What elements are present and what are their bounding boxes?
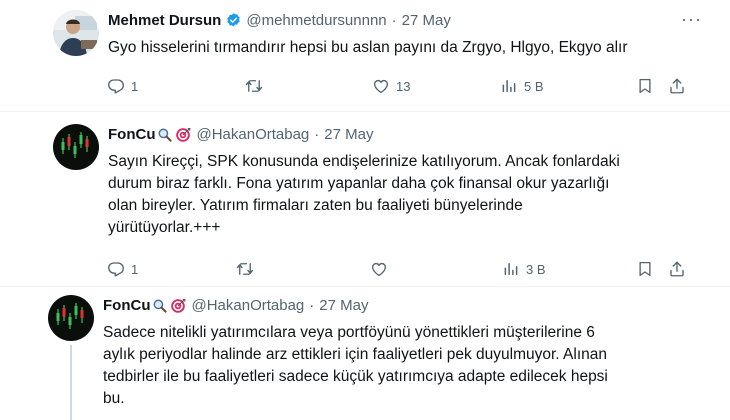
avatar-chart-image bbox=[53, 124, 99, 170]
magnifier-emoji-icon bbox=[157, 127, 173, 143]
retweet-icon bbox=[245, 77, 263, 95]
more-icon[interactable]: ··· bbox=[681, 9, 702, 30]
avatar-chart-image bbox=[48, 295, 94, 341]
author-handle[interactable]: @mehmetdursunnnn bbox=[246, 12, 386, 29]
tweet-text-line: durum biraz farklı. Fona yatırım yapanla… bbox=[108, 175, 610, 192]
tweet-text-line: Sayın Kireççi, SPK konusunda endişelerin… bbox=[108, 153, 620, 170]
tweet-text-line: yürütüyorlar.+++ bbox=[108, 219, 221, 236]
author-name[interactable]: FonCu bbox=[103, 297, 150, 314]
bookmark-button[interactable] bbox=[636, 77, 654, 95]
retweet-icon bbox=[236, 260, 254, 278]
views-count: 5 B bbox=[524, 78, 544, 94]
reply-count: 1 bbox=[131, 261, 139, 277]
avatar-photo bbox=[53, 10, 99, 56]
like-icon bbox=[370, 260, 388, 278]
share-icon bbox=[668, 260, 686, 278]
avatar-mehmet-dursun[interactable] bbox=[53, 10, 99, 56]
views-icon bbox=[500, 77, 518, 95]
retweet-button[interactable] bbox=[236, 260, 254, 278]
verified-badge-icon bbox=[225, 12, 242, 29]
tweet-3[interactable]: FonCu @HakanOrtabag · 27 May Sadece nite… bbox=[0, 287, 730, 420]
tweet-header: FonCu @HakanOrtabag · 27 May bbox=[108, 126, 373, 143]
target-emoji-icon bbox=[175, 127, 191, 143]
author-name[interactable]: Mehmet Dursun bbox=[108, 12, 221, 29]
tweet-header: Mehmet Dursun @mehmetdursunnnn · 27 May bbox=[108, 12, 451, 29]
share-button[interactable] bbox=[668, 77, 686, 95]
tweet-text-line: bu. bbox=[103, 390, 125, 407]
reply-icon bbox=[107, 260, 125, 278]
like-count: 13 bbox=[396, 78, 411, 94]
tweet-text-line: Gyo hisselerini tırmandırır hepsi bu asl… bbox=[108, 39, 628, 56]
avatar-foncu[interactable] bbox=[53, 124, 99, 170]
share-button[interactable] bbox=[668, 260, 686, 278]
views-button[interactable]: 5 B bbox=[500, 77, 544, 95]
separator-dot: · bbox=[391, 12, 397, 29]
tweet-text-line: Sadece nitelikli yatırımcılara veya port… bbox=[103, 324, 595, 341]
tweet-2[interactable]: FonCu @HakanOrtabag · 27 May Sayın Kireç… bbox=[0, 112, 730, 288]
separator-dot: · bbox=[314, 126, 320, 143]
tweet-actions: 1 13 5 B bbox=[0, 77, 730, 97]
retweet-button[interactable] bbox=[245, 77, 263, 95]
views-icon bbox=[502, 260, 520, 278]
separator-dot: · bbox=[309, 297, 315, 314]
share-icon bbox=[668, 77, 686, 95]
magnifier-emoji-icon bbox=[152, 298, 168, 314]
reply-count: 1 bbox=[131, 78, 139, 94]
like-button[interactable] bbox=[370, 260, 388, 278]
views-count: 3 B bbox=[526, 261, 546, 277]
tweet-date[interactable]: 27 May bbox=[324, 126, 373, 143]
tweet-text-line: tedbirler ile bu faaliyetleri sadece küç… bbox=[103, 368, 608, 385]
author-name[interactable]: FonCu bbox=[108, 126, 155, 143]
bookmark-button[interactable] bbox=[636, 260, 654, 278]
reply-icon bbox=[107, 77, 125, 95]
reply-button[interactable]: 1 bbox=[107, 77, 138, 95]
target-emoji-icon bbox=[170, 298, 186, 314]
author-handle[interactable]: @HakanOrtabag bbox=[191, 297, 304, 314]
like-button[interactable]: 13 bbox=[372, 77, 410, 95]
tweet-text: Sadece nitelikli yatırımcılara veya port… bbox=[103, 322, 608, 410]
bookmark-icon bbox=[636, 77, 654, 95]
tweet-actions: 1 3 B bbox=[0, 260, 730, 280]
views-button[interactable]: 3 B bbox=[502, 260, 546, 278]
like-icon bbox=[372, 77, 390, 95]
tweet-text: Sayın Kireççi, SPK konusunda endişelerin… bbox=[108, 151, 620, 239]
tweet-text-line: aylık periyodlar halinde arz ettikleri i… bbox=[103, 346, 607, 363]
tweet-text-line: olan bireyler. Yatırım firmaları zaten b… bbox=[108, 197, 523, 214]
bookmark-icon bbox=[636, 260, 654, 278]
tweet-date[interactable]: 27 May bbox=[319, 297, 368, 314]
tweet-header: FonCu @HakanOrtabag · 27 May bbox=[103, 297, 368, 314]
avatar-foncu[interactable] bbox=[48, 295, 94, 341]
tweet-text: Gyo hisselerini tırmandırır hepsi bu asl… bbox=[108, 37, 628, 59]
tweet-date[interactable]: 27 May bbox=[402, 12, 451, 29]
tweet-1[interactable]: Mehmet Dursun @mehmetdursunnnn · 27 May … bbox=[0, 0, 730, 110]
reply-button[interactable]: 1 bbox=[107, 260, 138, 278]
thread-line bbox=[70, 345, 72, 420]
author-handle[interactable]: @HakanOrtabag bbox=[196, 126, 309, 143]
